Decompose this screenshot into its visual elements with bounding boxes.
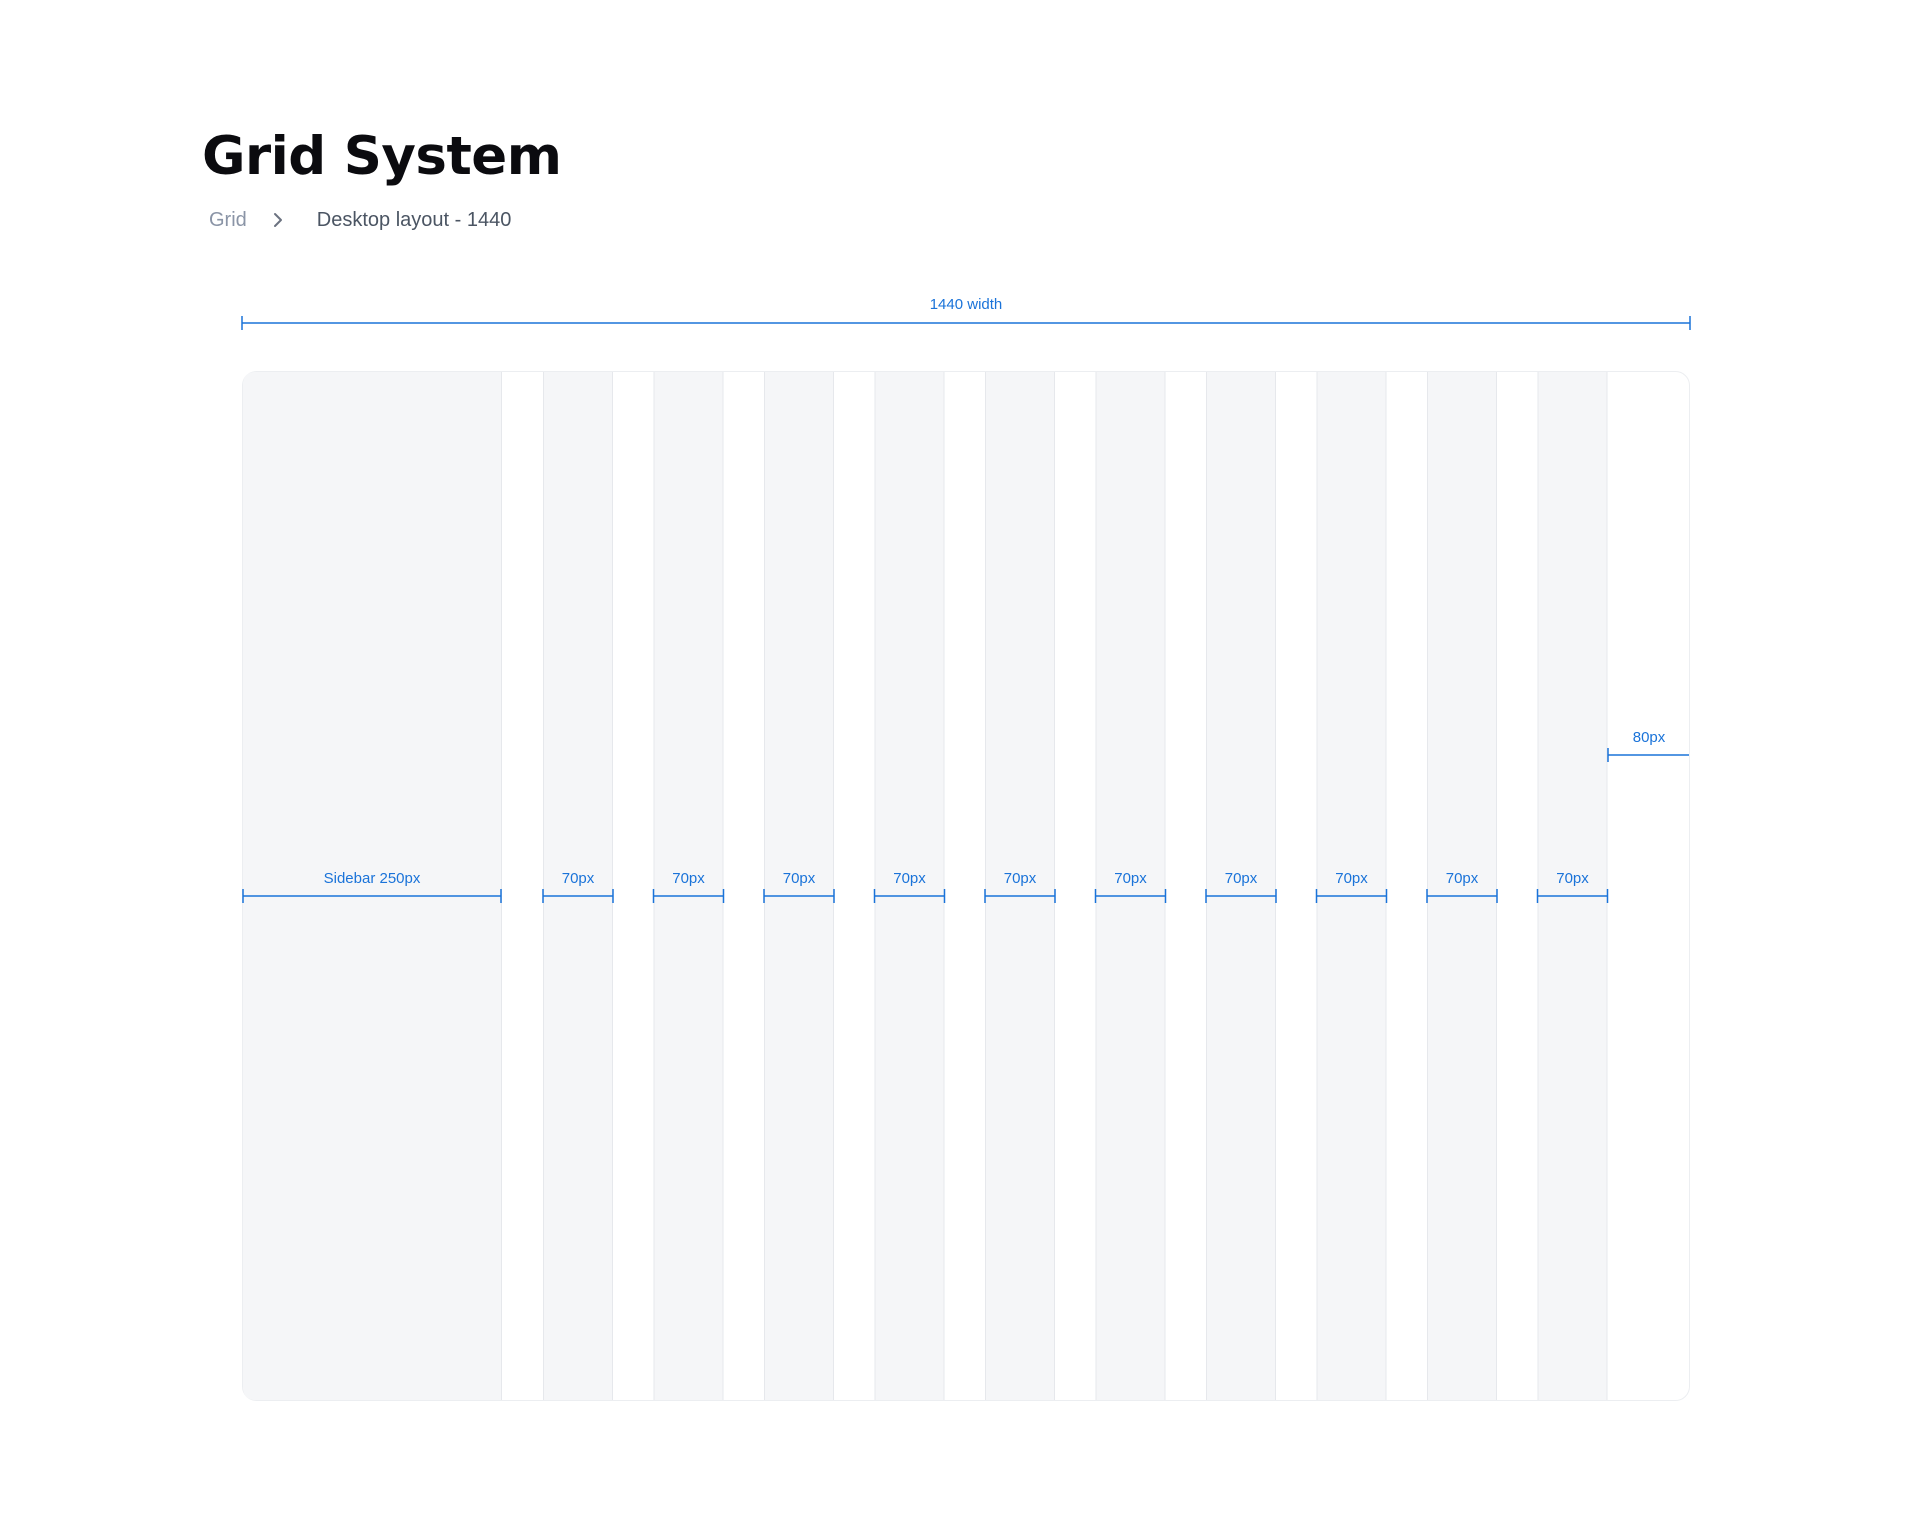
grid-column: 70px: [542, 372, 614, 1400]
column-width-label: 70px: [1446, 870, 1479, 887]
column-width-label: 70px: [783, 870, 816, 887]
grid-column: 70px: [1094, 372, 1167, 1400]
column-width-label: 70px: [1004, 870, 1037, 887]
grid-column: 70px: [652, 372, 725, 1400]
grid-diagram: 1440 width Sidebar 250px 70px 70px 70px 70p…: [241, 296, 1691, 1401]
column-width-label: 70px: [1556, 870, 1589, 887]
grid-column: 70px: [1205, 372, 1277, 1400]
margin-width-label: 80px: [1633, 729, 1666, 746]
grid-column: 70px: [1426, 372, 1498, 1400]
sidebar-width-label: Sidebar 250px: [324, 870, 421, 887]
sidebar-region: Sidebar 250px: [242, 372, 502, 1400]
column-width-label: 70px: [672, 870, 705, 887]
column-width-label: 70px: [1335, 870, 1368, 887]
grid-column: 70px: [1536, 372, 1609, 1400]
column-width-label: 70px: [1225, 870, 1258, 887]
grid-column: 70px: [984, 372, 1056, 1400]
column-width-label: 70px: [1114, 870, 1147, 887]
column-width-label: 70px: [893, 870, 926, 887]
total-width-label: 1440 width: [930, 296, 1003, 313]
grid-column: 70px: [1315, 372, 1388, 1400]
grid-column: 70px: [763, 372, 835, 1400]
column-width-label: 70px: [562, 870, 595, 887]
total-width-indicator: 1440 width: [241, 296, 1691, 330]
grid-column: 70px: [873, 372, 946, 1400]
